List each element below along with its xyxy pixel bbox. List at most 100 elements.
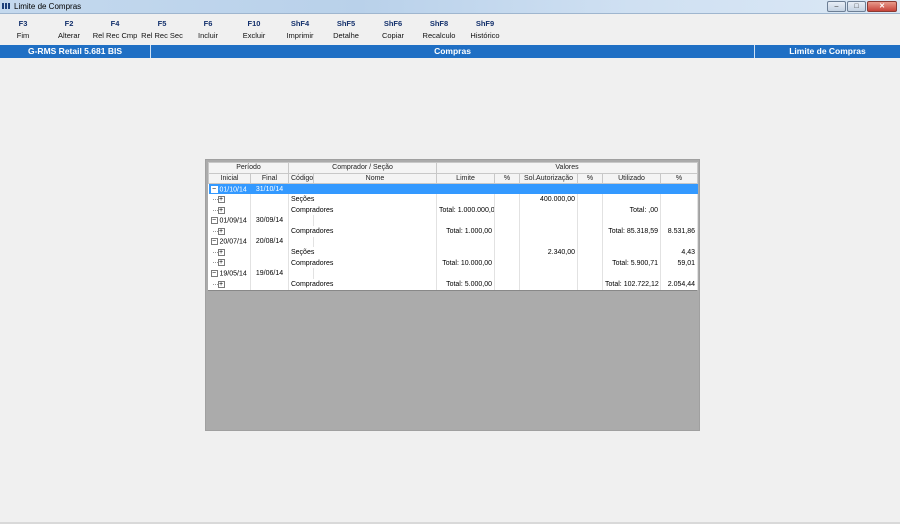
minimize-button[interactable]: –: [827, 1, 846, 12]
column-header-sol-autorizacao[interactable]: Sol.Autorização: [519, 172, 579, 185]
child-row[interactable]: + Compradores Total: 1.000.000,00 Total:…: [208, 204, 699, 216]
expand-icon[interactable]: +: [217, 259, 225, 267]
sol-pct: [577, 226, 604, 237]
utilizado-value: Total: 85.318,59: [602, 226, 662, 237]
limite-pct: [494, 226, 521, 237]
key-label: F3: [18, 19, 28, 28]
sol-pct: [577, 194, 604, 205]
limite-value: Total: 1.000.000,00: [436, 204, 496, 216]
period-row[interactable]: −20/07/14 20/08/14: [208, 236, 699, 248]
copiar-button[interactable]: ShF6 Copiar: [370, 19, 416, 40]
sol-autorizacao-value: 2.340,00: [519, 247, 579, 258]
rel-rec-cmp-button[interactable]: F4 Rel Rec Cmp: [92, 19, 138, 40]
key-label: F4: [110, 19, 120, 28]
child-row[interactable]: + Compradores Total: 1.000,00 Total: 85.…: [208, 226, 699, 237]
sol-pct: [577, 204, 604, 216]
maximize-button[interactable]: □: [847, 1, 866, 12]
period-end: 20/08/14: [250, 236, 289, 248]
expand-icon[interactable]: +: [217, 280, 225, 288]
button-label: Histórico: [470, 31, 500, 40]
utilizado-value: Total: 102.722,12: [602, 279, 662, 290]
column-header-pct-limite[interactable]: %: [494, 172, 521, 185]
utilizado-pct: [660, 204, 699, 216]
expand-icon[interactable]: +: [217, 206, 225, 214]
sol-autorizacao-value: 400.000,00: [519, 194, 579, 205]
limits-grid[interactable]: Período Comprador / Seção Valores Inicia…: [208, 162, 699, 291]
close-button[interactable]: ✕: [867, 1, 897, 12]
group-name: Compradores: [288, 257, 438, 269]
group-name: Compradores: [288, 226, 438, 237]
period-start: 01/09/14: [219, 217, 247, 225]
period-end: 30/09/14: [250, 215, 289, 227]
collapse-icon[interactable]: −: [210, 185, 218, 193]
column-header-limite[interactable]: Limite: [436, 172, 496, 185]
column-header-nome[interactable]: Nome: [312, 172, 438, 185]
limite-pct: [494, 257, 521, 269]
group-header-periodo: Período: [208, 162, 289, 174]
column-header-codigo[interactable]: Código: [288, 172, 314, 185]
incluir-button[interactable]: F6 Incluir: [185, 19, 231, 40]
expand-icon[interactable]: +: [217, 227, 225, 235]
excluir-button[interactable]: F10 Excluir: [231, 19, 277, 40]
sol-autorizacao-value: [519, 279, 579, 290]
button-label: Imprimir: [286, 31, 314, 40]
window-title: Limite de Compras: [14, 2, 82, 11]
recalculo-button[interactable]: ShF8 Recalculo: [416, 19, 462, 40]
sol-pct: [577, 257, 604, 269]
group-name: Compradores: [288, 279, 438, 290]
column-header-inicial[interactable]: Inicial: [208, 172, 251, 185]
button-label: Excluir: [242, 31, 266, 40]
key-label: F6: [203, 19, 213, 28]
column-header-pct-utilizado[interactable]: %: [660, 172, 699, 185]
group-header-valores: Valores: [436, 162, 699, 174]
period-row[interactable]: −19/05/14 19/06/14: [208, 268, 699, 280]
detalhe-button[interactable]: ShF5 Detalhe: [323, 19, 369, 40]
utilizado-value: Total: 5.900,71: [602, 257, 662, 269]
button-label: Incluir: [197, 31, 218, 40]
column-header-final[interactable]: Final: [250, 172, 289, 185]
key-label: ShF8: [429, 19, 449, 28]
function-toolbar: F3 Fim F2 Alterar F4 Rel Rec Cmp F5 Rel Rec …: [0, 16, 900, 44]
period-row[interactable]: −01/10/14 31/10/14: [208, 183, 699, 195]
period-row[interactable]: −01/09/14 30/09/14: [208, 215, 699, 227]
limite-value: [436, 247, 496, 258]
key-label: ShF4: [290, 19, 310, 28]
button-label: Copiar: [381, 31, 405, 40]
utilizado-pct: 4,43: [660, 247, 699, 258]
column-header-pct-sol[interactable]: %: [577, 172, 604, 185]
sol-pct: [577, 279, 604, 290]
screen-title: Limite de Compras: [754, 45, 900, 58]
child-row[interactable]: + Seções 400.000,00: [208, 194, 699, 205]
utilizado-pct: [660, 194, 699, 205]
column-header-utilizado[interactable]: Utilizado: [602, 172, 662, 185]
collapse-icon[interactable]: −: [210, 270, 218, 278]
collapse-icon[interactable]: −: [210, 217, 218, 225]
period-end: 19/06/14: [250, 268, 289, 280]
historico-button[interactable]: ShF9 Histórico: [462, 19, 508, 40]
utilizado-pct: 59,01: [660, 257, 699, 269]
collapse-icon[interactable]: −: [210, 238, 218, 246]
group-name: Compradores: [288, 204, 438, 216]
alterar-button[interactable]: F2 Alterar: [46, 19, 92, 40]
limite-pct: [494, 194, 521, 205]
limite-pct: [494, 247, 521, 258]
imprimir-button[interactable]: ShF4 Imprimir: [277, 19, 323, 40]
title-bar: Limite de Compras – □ ✕: [0, 0, 900, 14]
period-end: 31/10/14: [250, 183, 289, 195]
window-controls: – □ ✕: [826, 1, 897, 12]
child-row[interactable]: + Compradores Total: 10.000,00 Total: 5.…: [208, 257, 699, 269]
group-header-comprador: Comprador / Seção: [287, 162, 438, 174]
period-start: 01/10/14: [219, 185, 247, 193]
sol-autorizacao-value: [519, 204, 579, 216]
child-row[interactable]: + Seções 2.340,00 4,43: [208, 247, 699, 258]
expand-icon[interactable]: +: [217, 248, 225, 256]
key-label: ShF9: [475, 19, 495, 28]
period-start: 19/05/14: [219, 270, 247, 278]
limite-value: Total: 5.000,00: [436, 279, 496, 290]
grid-panel: Período Comprador / Seção Valores Inicia…: [205, 159, 700, 431]
expand-icon[interactable]: +: [217, 195, 225, 203]
child-row[interactable]: + Compradores Total: 5.000,00 Total: 102…: [208, 279, 699, 290]
fim-button[interactable]: F3 Fim: [0, 19, 46, 40]
button-label: Rel Rec Cmp: [92, 31, 138, 40]
rel-rec-sec-button[interactable]: F5 Rel Rec Sec: [139, 19, 185, 40]
